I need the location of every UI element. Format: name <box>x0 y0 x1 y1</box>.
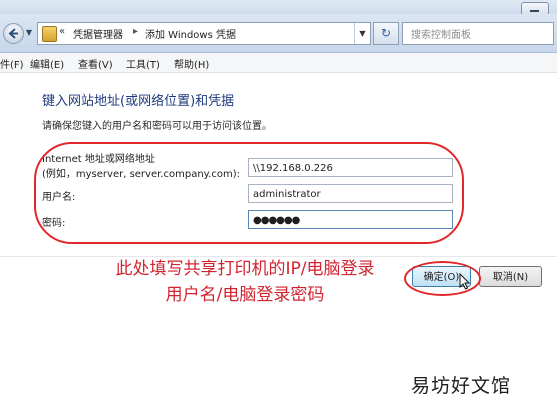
address-bar[interactable]: « 凭据管理器 ▸ 添加 Windows 凭据 ▼ <box>37 22 371 45</box>
menu-bar: 件(F) 编辑(E) 查看(V) 工具(T) 帮助(H) <box>0 53 557 73</box>
mouse-cursor-icon <box>459 273 471 290</box>
back-button[interactable] <box>3 23 24 44</box>
window-titlebar <box>0 0 557 16</box>
breadcrumb-credential-manager[interactable]: 凭据管理器 <box>73 26 123 41</box>
page-title: 键入网站地址(或网络位置)和凭据 <box>42 94 235 109</box>
menu-edit[interactable]: 编辑(E) <box>30 56 64 71</box>
control-panel-icon <box>42 26 57 42</box>
menu-tools[interactable]: 工具(T) <box>126 56 160 71</box>
menu-help[interactable]: 帮助(H) <box>174 56 209 71</box>
breadcrumb-separator: ▸ <box>133 26 139 37</box>
highlight-circle <box>34 142 464 244</box>
recent-pages-dropdown[interactable]: ▼ <box>24 26 34 40</box>
minimize-icon <box>530 10 539 12</box>
menu-view[interactable]: 查看(V) <box>78 56 113 71</box>
navigation-bar: ▼ « 凭据管理器 ▸ 添加 Windows 凭据 ▼ ↻ 搜索控制面板 <box>0 14 557 53</box>
annotation-text: 此处填写共享打印机的IP/电脑登录用户名/电脑登录密码 <box>115 259 375 305</box>
search-input[interactable]: 搜索控制面板 <box>402 22 554 45</box>
refresh-icon: ↻ <box>380 26 392 40</box>
breadcrumb-overflow[interactable]: « <box>59 26 65 37</box>
cancel-button[interactable]: 取消(N) <box>479 266 542 287</box>
refresh-button[interactable]: ↻ <box>373 22 399 45</box>
page-description: 请确保您键入的用户名和密码可以用于访问该位置。 <box>42 121 272 132</box>
search-placeholder: 搜索控制面板 <box>411 30 471 41</box>
breadcrumb-add-credential[interactable]: 添加 Windows 凭据 <box>145 26 236 41</box>
back-arrow-icon <box>8 28 18 39</box>
menu-file[interactable]: 件(F) <box>0 56 24 71</box>
watermark: 易坊好文馆 <box>411 375 512 397</box>
address-dropdown[interactable]: ▼ <box>354 23 370 44</box>
